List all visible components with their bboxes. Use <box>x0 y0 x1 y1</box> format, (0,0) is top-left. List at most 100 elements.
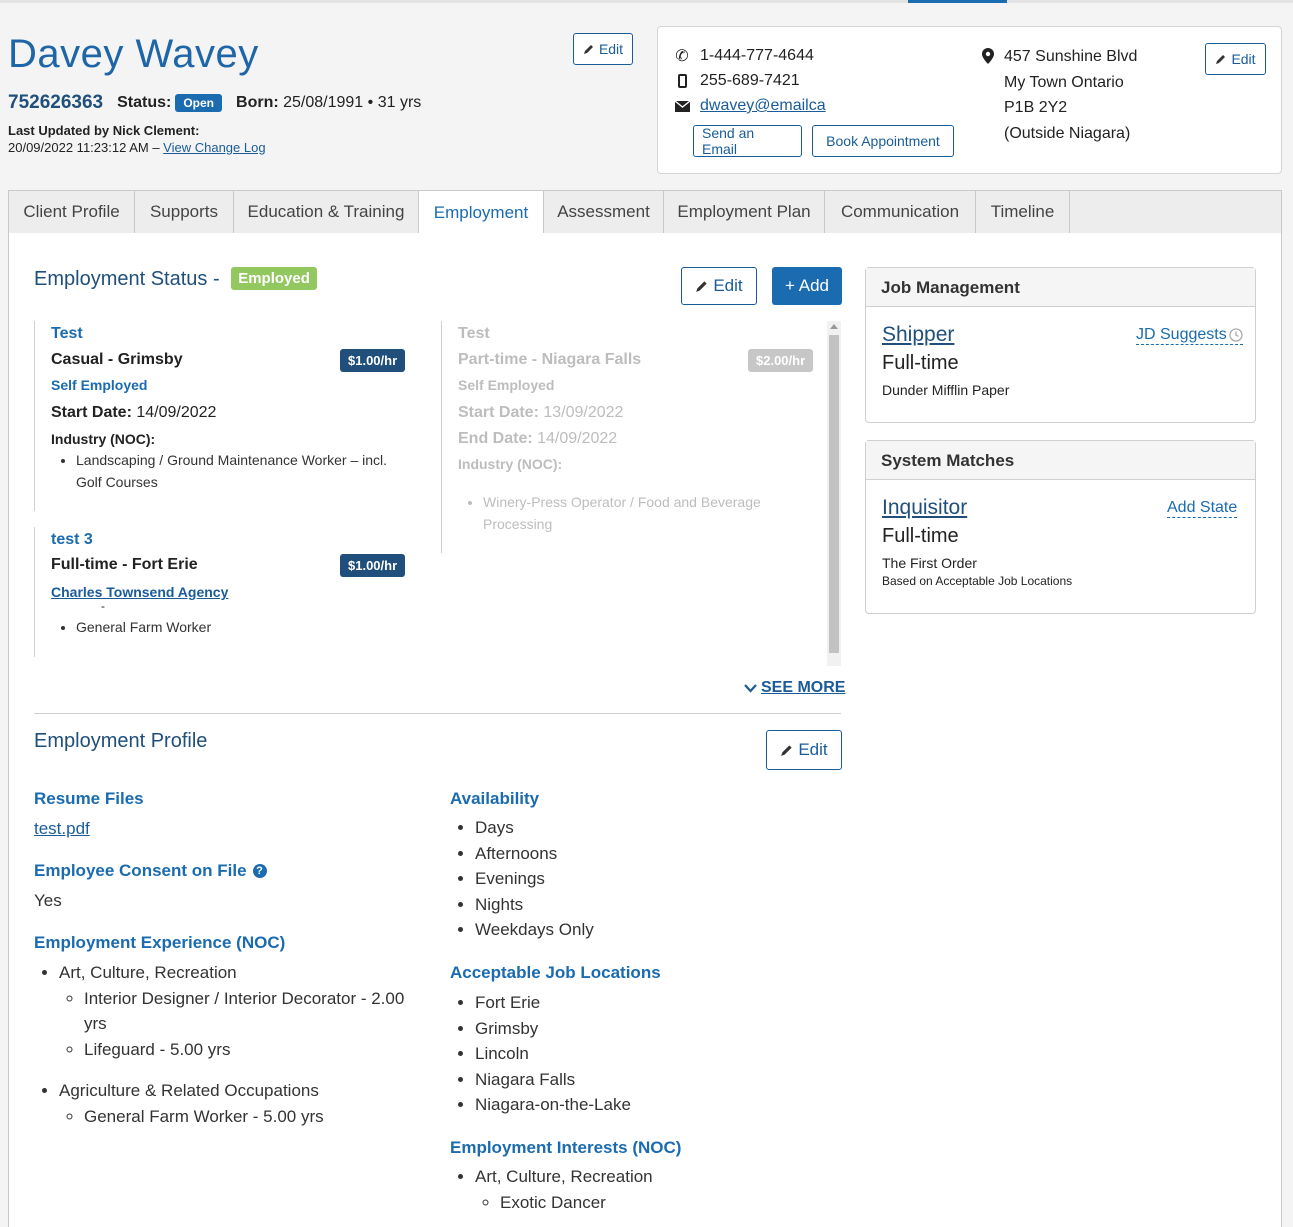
job-title: test 3 <box>51 531 93 548</box>
clock-icon <box>1229 328 1243 342</box>
location-item: Grimsby <box>475 1016 631 1042</box>
phone-line: ✆ 1-444-777-4644 <box>674 46 814 66</box>
experience-list: Art, Culture, Recreation Interior Design… <box>34 960 414 1130</box>
employment-profile-title: Employment Profile <box>34 730 208 752</box>
tab-timeline[interactable]: Timeline <box>976 191 1070 233</box>
mobile-number: 255-689-7421 <box>700 72 800 89</box>
end-date-value: 14/09/2022 <box>537 430 618 447</box>
email-line: dwavey@emailca <box>674 97 826 115</box>
job-card-ended: Test Part-time - Niagara Falls $2.00/hr … <box>441 321 823 553</box>
job-title: Test <box>51 325 83 342</box>
tab-education-training[interactable]: Education & Training <box>234 191 419 233</box>
employer-link[interactable]: Charles Townsend Agency <box>51 584 228 600</box>
client-edit-button[interactable]: Edit <box>573 33 633 65</box>
rate-badge: $2.00/hr <box>748 349 814 372</box>
tab-communication[interactable]: Communication <box>825 191 976 233</box>
experience-group-label: Art, Culture, Recreation <box>59 963 237 982</box>
jd-suggests-link[interactable]: JD Suggests <box>1136 326 1243 345</box>
updated-time: 20/09/2022 11:23:12 AM – <box>8 140 164 155</box>
email-link[interactable]: dwavey@emailca <box>700 97 826 115</box>
mobile-icon <box>674 74 690 88</box>
status-label: Status: <box>117 94 172 111</box>
system-match-note: Based on Acceptable Job Locations <box>882 574 1073 588</box>
employer: Self Employed <box>458 377 555 393</box>
employed-badge: Employed <box>231 267 317 290</box>
last-updated-label: Last Updated by Nick Clement: <box>8 123 200 138</box>
availability-item: Weekdays Only <box>475 917 594 943</box>
tab-bar: Client Profile Supports Education & Trai… <box>8 190 1282 235</box>
location-item: Niagara Falls <box>475 1067 631 1093</box>
employment-panel: Employment Status - Employed Edit + Add … <box>8 233 1282 1227</box>
industry-item: Landscaping / Ground Maintenance Worker … <box>76 449 396 493</box>
start-date-value: 13/09/2022 <box>543 404 624 421</box>
tab-client-profile[interactable]: Client Profile <box>9 191 135 233</box>
interest-group: Art, Culture, Recreation Exotic Dancer <box>475 1164 653 1215</box>
locations-label: Acceptable Job Locations <box>450 963 661 982</box>
start-date-label: Start Date: <box>51 404 132 421</box>
add-state-link[interactable]: Add State <box>1167 499 1238 518</box>
scroll-thumb[interactable] <box>829 335 839 653</box>
book-appointment-button[interactable]: Book Appointment <box>812 125 954 157</box>
availability-label: Availability <box>450 789 540 808</box>
client-id: 752626363 <box>8 92 104 113</box>
system-match-type: Full-time <box>882 525 959 547</box>
job-management-card: Job Management Shipper JD Suggests Full-… <box>865 267 1256 423</box>
industry-list: General Farm Worker <box>56 616 396 638</box>
employment-status-heading: Employment Status - Employed <box>34 267 317 291</box>
availability-item: Nights <box>475 892 594 918</box>
job-management-job-link[interactable]: Shipper <box>882 323 954 347</box>
resume-file-link[interactable]: test.pdf <box>34 819 90 839</box>
add-employment-button[interactable]: + Add <box>772 267 842 305</box>
active-nav-indicator <box>908 0 1007 3</box>
tab-supports[interactable]: Supports <box>135 191 234 233</box>
experience-group-label: Agriculture & Related Occupations <box>59 1081 319 1101</box>
mobile-line: 255-689-7421 <box>674 72 800 90</box>
see-more-link[interactable]: SEE MORE <box>744 679 845 697</box>
job-card: test 3 Full-time - Fort Erie $1.00/hr Ch… <box>34 527 419 657</box>
status-edit-button[interactable]: Edit <box>681 267 757 305</box>
pencil-icon <box>696 281 708 292</box>
address-line: (Outside Niagara) <box>1004 124 1131 142</box>
job-list-scrollbar[interactable] <box>827 321 841 666</box>
status-badge: Open <box>175 94 223 112</box>
rate-badge: $1.00/hr <box>340 554 406 577</box>
edit-label: Edit <box>598 41 624 57</box>
address-line: 457 Sunshine Blvd <box>1004 48 1138 65</box>
start-date: Start Date: 14/09/2022 <box>51 404 216 422</box>
industry-list: Winery-Press Operator / Food and Beverag… <box>463 491 793 535</box>
profile-edit-button[interactable]: Edit <box>766 730 842 770</box>
industry-item: General Farm Worker <box>76 616 396 638</box>
industry-item: Winery-Press Operator / Food and Beverag… <box>483 491 793 535</box>
address-line: My Town Ontario <box>1004 73 1124 91</box>
system-matches-card: System Matches Inquisitor Add State Full… <box>865 440 1256 614</box>
contact-edit-button[interactable]: Edit <box>1205 43 1266 75</box>
start-date-value: 14/09/2022 <box>136 404 217 421</box>
availability-item: Days <box>475 815 594 841</box>
see-more-label: SEE MORE <box>761 679 846 696</box>
help-icon[interactable]: ? <box>252 864 267 878</box>
top-bar <box>0 0 1293 3</box>
section-divider <box>34 713 841 714</box>
end-date: End Date: 14/09/2022 <box>458 430 617 448</box>
scroll-up-arrow-icon[interactable] <box>830 324 838 329</box>
tab-assessment[interactable]: Assessment <box>544 191 664 233</box>
send-email-button[interactable]: Send an Email <box>693 125 802 157</box>
location-item: Lincoln <box>475 1041 631 1067</box>
born-value: 25/08/1991 • 31 yrs <box>283 94 422 111</box>
born-label: Born: <box>236 94 279 111</box>
tab-employment[interactable]: Employment <box>419 191 544 235</box>
pencil-icon <box>781 745 793 756</box>
view-change-log-link[interactable]: View Change Log <box>163 140 265 155</box>
industry-label: Industry (NOC): <box>51 431 156 447</box>
client-name: Davey Wavey <box>8 32 259 76</box>
interest-item: Exotic Dancer <box>500 1190 653 1216</box>
system-match-company: The First Order <box>882 555 977 571</box>
envelope-icon <box>674 100 690 112</box>
availability-item: Afternoons <box>475 841 594 867</box>
experience-label: Employment Experience (NOC) <box>34 933 286 952</box>
system-match-job-link[interactable]: Inquisitor <box>882 496 967 520</box>
tab-employment-plan[interactable]: Employment Plan <box>664 191 825 233</box>
address-line: P1B 2Y2 <box>1004 99 1068 116</box>
experience-item: General Farm Worker - 5.00 yrs <box>84 1104 414 1130</box>
job-title: Test <box>458 325 490 342</box>
